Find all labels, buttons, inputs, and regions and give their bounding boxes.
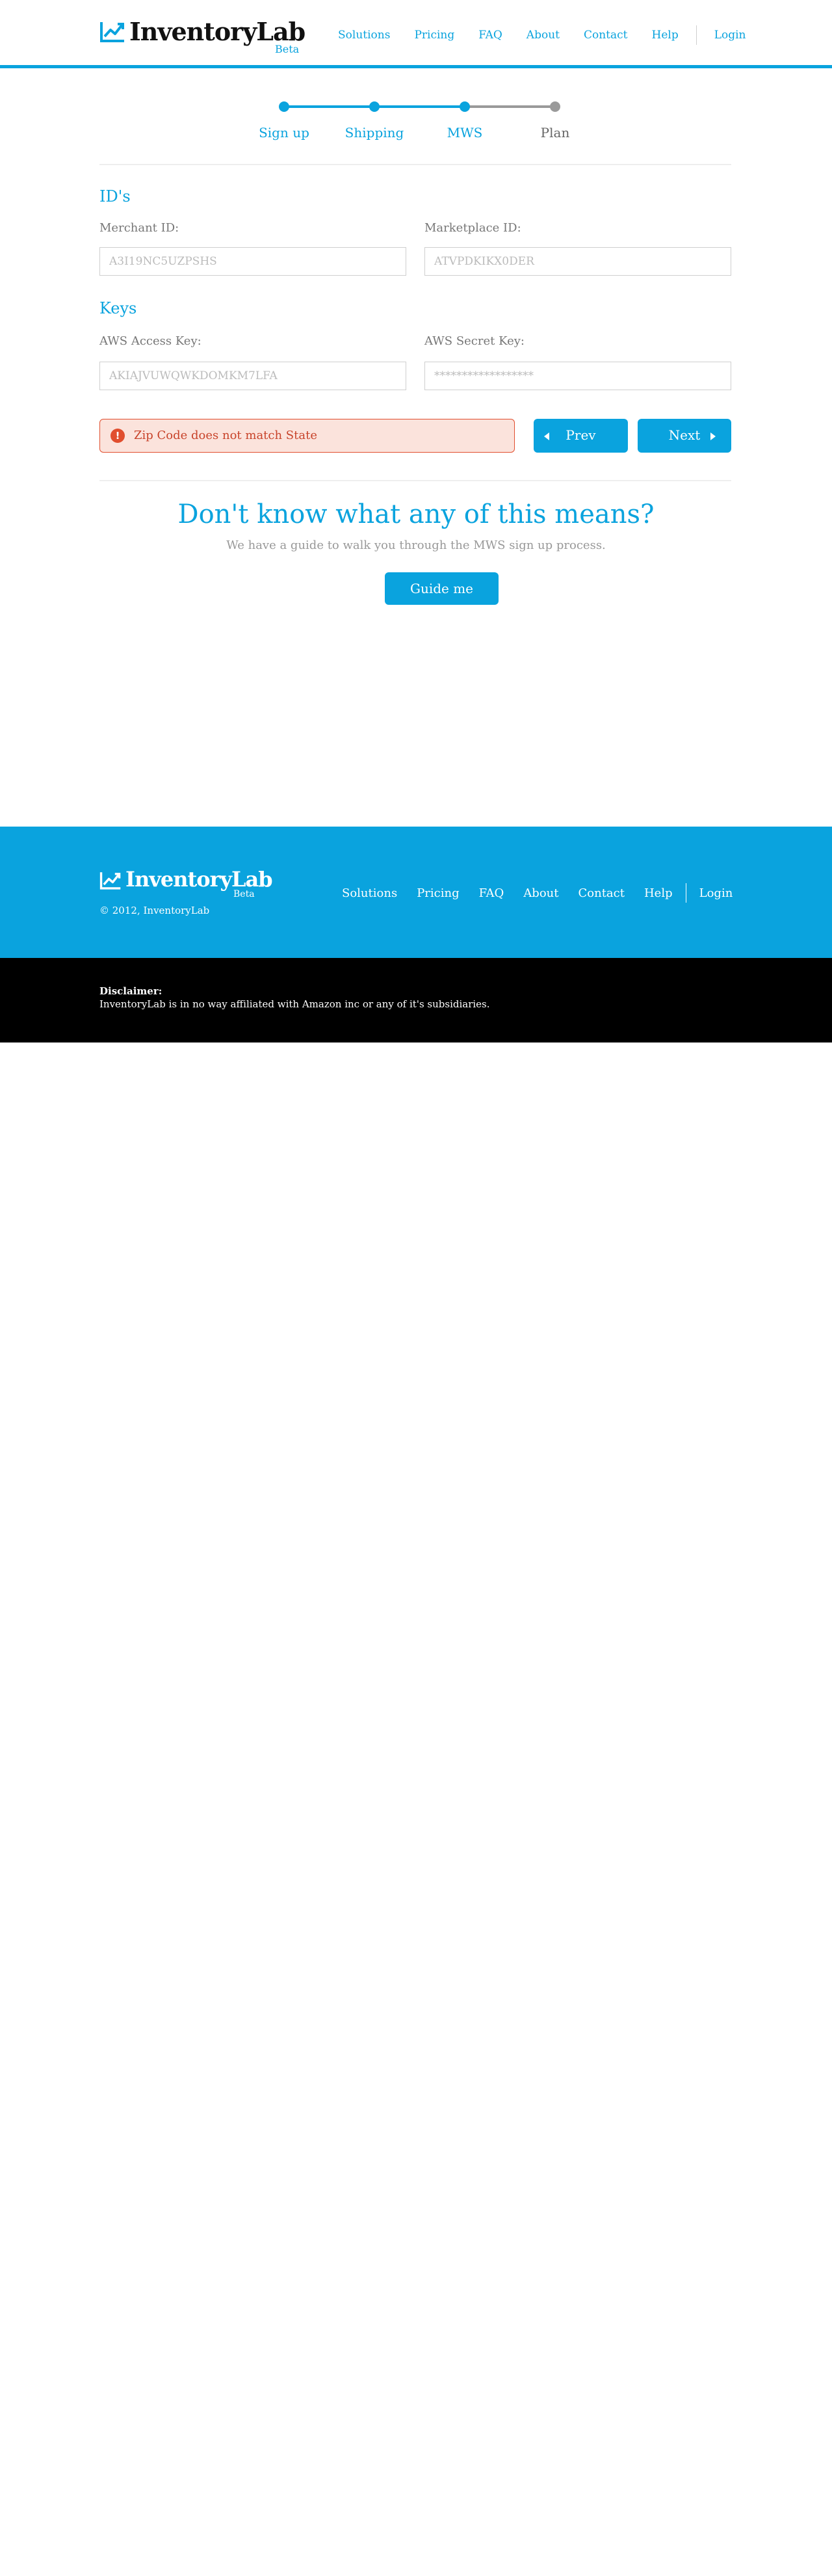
guide-me-button[interactable]: Guide me (385, 572, 499, 605)
step-label-mws[interactable]: MWS (447, 125, 483, 140)
nav-contact[interactable]: Contact (584, 29, 628, 42)
step-connector (374, 105, 465, 108)
next-button[interactable]: Next (638, 419, 731, 453)
marketplace-id-label: Marketplace ID: (424, 221, 521, 235)
arrow-right-icon (710, 432, 716, 440)
aws-access-key-label: AWS Access Key: (99, 334, 202, 348)
nav-solutions[interactable]: Solutions (338, 29, 390, 42)
main-nav: Solutions Pricing FAQ About Contact Help… (338, 25, 746, 45)
step-dot-signup (279, 101, 289, 112)
ids-section-title: ID's (99, 187, 131, 206)
footer-nav-contact[interactable]: Contact (578, 886, 625, 900)
error-message: Zip Code does not match State (134, 429, 317, 442)
next-button-label: Next (668, 427, 701, 443)
signup-stepper: Sign up Shipping MWS Plan (247, 98, 598, 150)
merchant-id-input[interactable] (99, 247, 406, 276)
step-connector (465, 105, 555, 108)
logo-text: InventoryLab (129, 17, 306, 46)
error-alert: ! Zip Code does not match State (99, 419, 515, 453)
disclaimer-title: Disclaimer: (99, 985, 162, 997)
site-footer: InventoryLab Beta © 2012, InventoryLab S… (0, 827, 832, 958)
prev-button-label: Prev (566, 427, 596, 443)
step-dot-plan (550, 101, 560, 112)
aws-access-key-input[interactable] (99, 362, 406, 390)
copyright: © 2012, InventoryLab (99, 905, 210, 916)
marketplace-id-input[interactable] (424, 247, 731, 276)
footer-nav-pricing[interactable]: Pricing (417, 886, 459, 900)
footer-nav-solutions[interactable]: Solutions (342, 886, 397, 900)
beta-label: Beta (275, 43, 300, 55)
footer-nav-about[interactable]: About (523, 886, 558, 900)
disclaimer-text: InventoryLab is in no way affiliated wit… (99, 998, 490, 1010)
chart-trend-icon (100, 22, 124, 42)
step-label-shipping[interactable]: Shipping (345, 125, 404, 140)
nav-faq[interactable]: FAQ (478, 29, 502, 42)
nav-pricing[interactable]: Pricing (414, 29, 454, 42)
step-label-signup[interactable]: Sign up (259, 125, 309, 140)
step-connector (284, 105, 374, 108)
step-dot-mws (460, 101, 470, 112)
footer-nav-login[interactable]: Login (699, 886, 733, 900)
step-dot-shipping (369, 101, 380, 112)
merchant-id-label: Merchant ID: (99, 221, 179, 235)
disclaimer-bar: Disclaimer: InventoryLab is in no way af… (0, 958, 832, 1042)
nav-help[interactable]: Help (652, 29, 679, 42)
aws-secret-key-input[interactable] (424, 362, 731, 390)
nav-about[interactable]: About (526, 29, 560, 42)
nav-login[interactable]: Login (714, 29, 746, 42)
divider (99, 164, 731, 165)
chart-trend-icon (99, 872, 121, 890)
help-subtitle: We have a guide to walk you through the … (226, 538, 606, 552)
prev-button[interactable]: Prev (534, 419, 628, 453)
footer-logo[interactable]: InventoryLab Beta (99, 867, 273, 903)
footer-logo-text: InventoryLab (125, 867, 273, 892)
divider (99, 480, 731, 481)
keys-section-title: Keys (99, 299, 137, 317)
step-label-plan: Plan (540, 125, 570, 140)
help-heading: Don't know what any of this means? (177, 499, 655, 529)
aws-secret-key-label: AWS Secret Key: (424, 334, 525, 348)
logo[interactable]: InventoryLab Beta (99, 17, 306, 59)
alert-icon: ! (110, 429, 125, 443)
footer-nav-faq[interactable]: FAQ (479, 886, 504, 900)
footer-nav: Solutions Pricing FAQ About Contact Help… (342, 883, 733, 903)
nav-divider (696, 25, 697, 45)
footer-beta-label: Beta (233, 889, 255, 899)
footer-nav-help[interactable]: Help (644, 886, 673, 900)
site-header: InventoryLab Beta Solutions Pricing FAQ … (0, 0, 832, 68)
